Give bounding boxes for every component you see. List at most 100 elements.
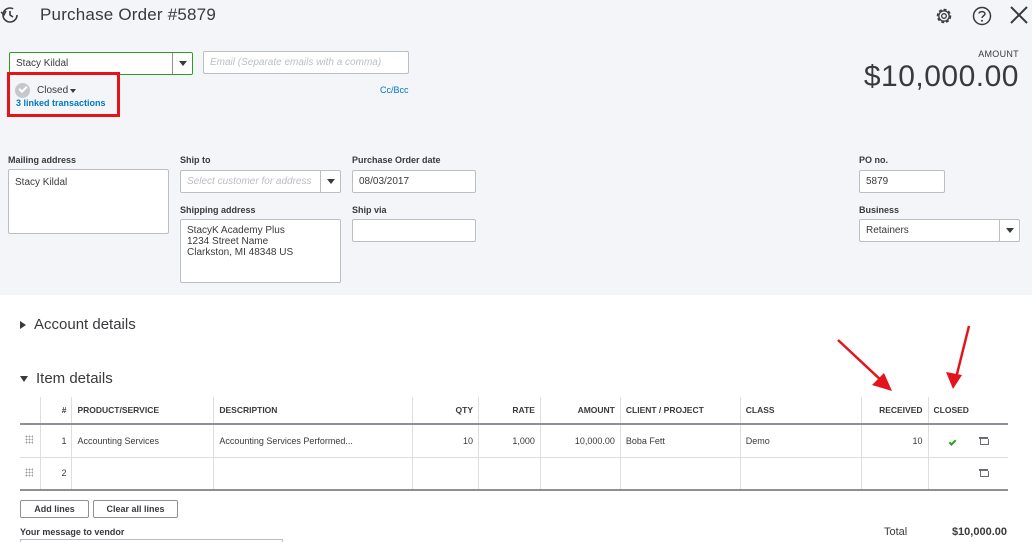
total-value: $10,000.00	[951, 526, 1007, 538]
title-bar: Purchase Order #5879	[0, 0, 1032, 32]
po-date-label: Purchase Order date	[352, 155, 441, 165]
line-number: 2	[40, 457, 72, 491]
rate-cell[interactable]: 1,000	[478, 424, 541, 458]
item-details-toggle[interactable]: Item details	[20, 370, 113, 387]
po-number-value: 5879	[866, 176, 889, 187]
drag-cell[interactable]	[20, 424, 41, 458]
drag-handle-icon[interactable]	[25, 467, 33, 477]
column-header: CLASS	[739, 397, 862, 425]
line-number: 1	[40, 424, 72, 458]
cc-bcc-link[interactable]: Cc/Bcc	[380, 85, 409, 95]
column-header: QTY	[412, 397, 479, 425]
description-cell[interactable]	[213, 457, 413, 491]
table-row[interactable]: 2	[20, 457, 1008, 491]
shipping-address-field[interactable]: StacyK Academy Plus 1234 Street Name Cla…	[180, 219, 341, 283]
po-number-field[interactable]: 5879	[859, 170, 945, 193]
chevron-down-icon	[179, 61, 187, 66]
vendor-value: Stacy Kildal	[16, 58, 69, 69]
qty-cell[interactable]: 10	[412, 424, 479, 458]
total-label: Total	[884, 526, 908, 538]
column-header: RECEIVED	[860, 397, 929, 425]
closed-cell[interactable]	[927, 424, 974, 458]
amount-cell[interactable]: 10,000.00	[539, 424, 621, 458]
business-label: Business	[859, 205, 900, 215]
item-details-table: # PRODUCT/SERVICE DESCRIPTION QTY RATE A…	[20, 397, 1008, 491]
received-cell: 10	[860, 424, 929, 458]
account-details-toggle[interactable]: Account details	[20, 316, 136, 333]
amount-label: AMOUNT	[978, 49, 1019, 59]
gear-icon[interactable]	[933, 5, 955, 27]
check-icon[interactable]	[948, 437, 956, 446]
column-header: #	[40, 397, 72, 425]
column-header: CLOSED	[927, 397, 974, 425]
shipping-address-label: Shipping address	[180, 205, 256, 215]
ship-to-label: Ship to	[180, 155, 211, 165]
column-header: RATE	[478, 397, 541, 425]
business-dropdown-button[interactable]	[999, 220, 1019, 241]
drag-cell[interactable]	[20, 457, 41, 491]
shipping-address-line: StacyK Academy Plus	[187, 225, 285, 236]
chevron-down-icon	[1006, 228, 1014, 233]
linked-transactions-link[interactable]: 3 linked transactions	[16, 98, 106, 108]
po-date-value: 08/03/2017	[359, 176, 410, 187]
header-panel	[0, 0, 1032, 295]
po-date-field[interactable]: 08/03/2017	[352, 170, 476, 193]
column-header: PRODUCT/SERVICE	[71, 397, 214, 425]
status-dropdown[interactable]: Closed	[37, 85, 68, 96]
account-details-label: Account details	[34, 316, 136, 333]
vendor-dropdown-button[interactable]	[172, 53, 192, 74]
column-header: AMOUNT	[539, 397, 621, 425]
description-cell[interactable]: Accounting Services Performed...	[213, 424, 413, 458]
column-header: CLIENT / PROJECT	[619, 397, 741, 425]
class-cell[interactable]	[739, 457, 862, 491]
annotation-arrow-closed	[946, 325, 971, 389]
table-row[interactable]: 1 Accounting Services Accounting Service…	[20, 424, 1008, 458]
mailing-address-field[interactable]: Stacy Kildal	[8, 169, 169, 234]
close-icon[interactable]	[1008, 4, 1030, 26]
item-details-label: Item details	[36, 370, 113, 387]
product-cell[interactable]	[71, 457, 214, 491]
column-header-drag	[20, 397, 41, 425]
class-cell[interactable]: Demo	[739, 424, 862, 458]
business-select[interactable]: Retainers	[859, 219, 1020, 242]
drag-handle-icon[interactable]	[25, 435, 33, 445]
message-to-vendor-label: Your message to vendor	[20, 527, 125, 537]
chevron-down-icon	[327, 179, 335, 184]
ship-via-field[interactable]	[352, 219, 476, 242]
help-icon[interactable]	[971, 5, 993, 27]
trash-icon[interactable]	[978, 468, 989, 478]
business-value: Retainers	[866, 225, 909, 236]
triangle-right-icon	[20, 321, 26, 330]
ship-to-dropdown-button[interactable]	[320, 171, 340, 192]
closed-cell[interactable]	[927, 457, 974, 491]
ship-to-select[interactable]: Select customer for address	[180, 170, 341, 193]
status-check-icon	[15, 83, 30, 98]
trash-icon[interactable]	[978, 436, 989, 445]
delete-cell[interactable]	[973, 457, 1008, 491]
email-input[interactable]	[203, 51, 409, 74]
po-number-label: PO no.	[859, 155, 888, 165]
page-title: Purchase Order #5879	[40, 5, 216, 24]
column-header-actions	[973, 397, 1008, 425]
table-header-row: # PRODUCT/SERVICE DESCRIPTION QTY RATE A…	[20, 397, 1008, 425]
ship-to-placeholder: Select customer for address	[187, 176, 312, 187]
client-project-cell[interactable]	[619, 457, 741, 491]
qty-cell[interactable]	[412, 457, 479, 491]
amount-value: $10,000.00	[863, 60, 1019, 93]
column-header: DESCRIPTION	[213, 397, 413, 425]
shipping-address-line: 1234 Street Name	[187, 236, 269, 247]
product-cell[interactable]: Accounting Services	[71, 424, 214, 458]
delete-cell[interactable]	[973, 424, 1008, 458]
received-cell	[860, 457, 929, 491]
mailing-address-label: Mailing address	[8, 155, 77, 165]
history-icon[interactable]	[0, 4, 20, 26]
triangle-down-icon	[20, 376, 28, 383]
shipping-address-line: Clarkston, MI 48348 US	[187, 247, 294, 258]
client-project-cell[interactable]: Boba Fett	[619, 424, 741, 458]
mailing-address-value: Stacy Kildal	[15, 177, 68, 188]
amount-cell[interactable]	[539, 457, 621, 491]
annotation-arrow-received	[837, 339, 892, 391]
clear-all-lines-button[interactable]: Clear all lines	[93, 500, 178, 518]
rate-cell[interactable]	[478, 457, 541, 491]
add-lines-button[interactable]: Add lines	[20, 500, 89, 518]
